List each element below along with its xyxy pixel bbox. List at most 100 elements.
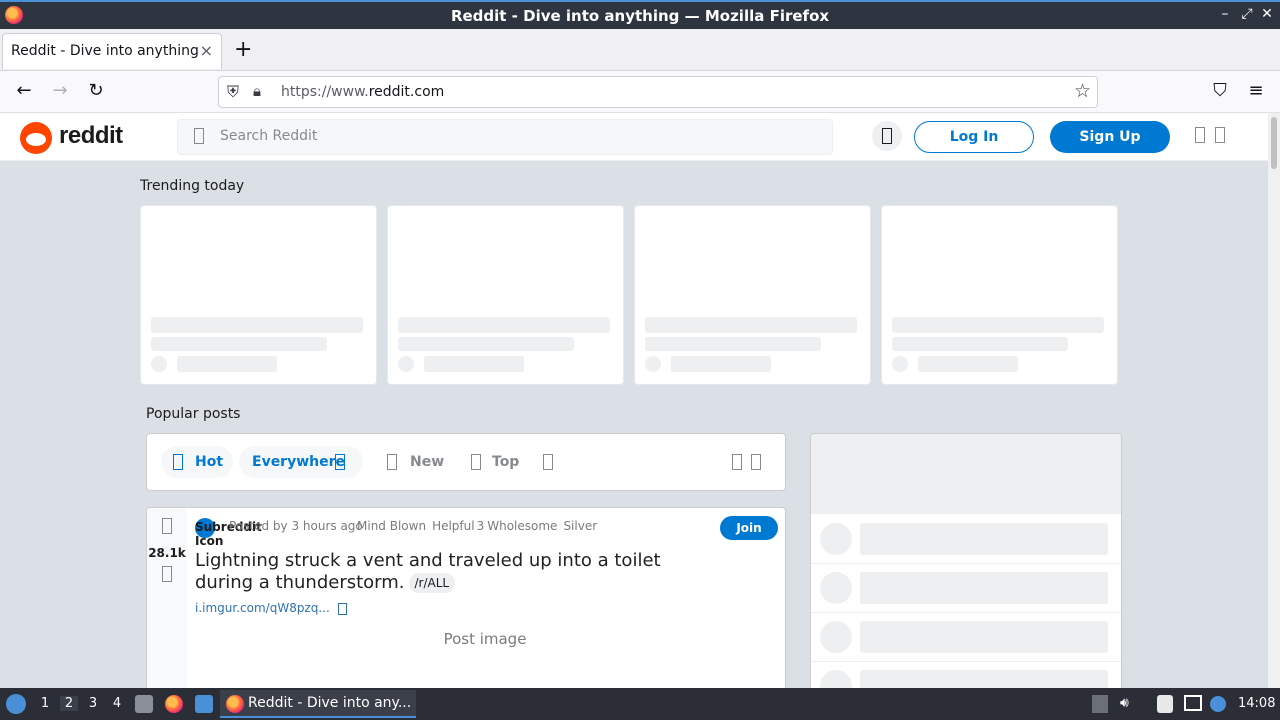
reload-button[interactable]: ↻ [84, 80, 108, 101]
sidebar-row [811, 662, 1121, 688]
tab-reddit[interactable]: Reddit - Dive into anything × [2, 33, 222, 69]
signup-button[interactable]: Sign Up [1050, 121, 1170, 153]
display-icon[interactable] [1184, 695, 1202, 711]
url-text[interactable]: https://www.reddit.com [281, 84, 444, 100]
vote-column: 28.1k [147, 508, 187, 688]
menu-icon[interactable]: ≡ [1244, 80, 1268, 101]
firefox-icon [226, 695, 244, 713]
app-menu-icon[interactable] [6, 694, 26, 714]
vote-count: 28.1k [148, 546, 186, 560]
award: Mind Blown [357, 519, 427, 533]
tab-bar: Reddit - Dive into anything × + [0, 29, 1280, 71]
post-card[interactable]: 28.1k Subreddit Icon Posted by 3 hours a… [146, 507, 786, 688]
lock-icon[interactable]: 🔒︎ [253, 82, 261, 100]
tab-label: Reddit - Dive into anything [11, 43, 199, 59]
search-icon [194, 128, 204, 144]
post-link-text: i.imgur.com/qW8pzq... [195, 601, 330, 615]
chevron-down-icon[interactable] [751, 454, 761, 470]
tab-close-icon[interactable]: × [200, 41, 213, 60]
award: Helpful [432, 519, 475, 533]
awards: Mind Blown Helpful 3 Wholesome Silver [357, 519, 603, 533]
sort-bar: Hot Everywhere New Top [146, 433, 786, 491]
chevron-down-icon[interactable] [1215, 127, 1225, 143]
trending-card[interactable] [634, 205, 871, 385]
notification-icon[interactable] [1210, 696, 1226, 712]
trending-card[interactable] [140, 205, 377, 385]
login-button[interactable]: Log In [914, 121, 1034, 153]
join-button[interactable]: Join [720, 516, 778, 540]
new-icon [387, 454, 397, 470]
get-app-icon[interactable] [872, 121, 902, 151]
navigation-bar: ← → ↻ ⛨ 🔒︎ https://www.reddit.com ☆ ⛉ ≡ [0, 71, 1280, 113]
award: Silver [563, 519, 598, 533]
user-icon[interactable] [1195, 127, 1205, 143]
hot-icon [173, 454, 183, 470]
tray-updates-icon[interactable] [1092, 695, 1108, 713]
card-view-icon[interactable] [732, 454, 742, 470]
sidebar-row [811, 564, 1121, 613]
close-icon[interactable]: ✕ [1258, 6, 1276, 22]
clock: 14:08 [1238, 696, 1276, 711]
url-bar[interactable]: ⛨ 🔒︎ https://www.reddit.com ☆ [218, 76, 1098, 108]
file-manager-icon[interactable] [135, 695, 153, 713]
back-button[interactable]: ← [12, 80, 36, 101]
workspace-4[interactable]: 4 [108, 696, 126, 711]
sidebar-card [810, 433, 1122, 688]
reddit-logo-icon[interactable] [20, 122, 52, 154]
downvote-icon[interactable] [162, 566, 172, 582]
forward-button[interactable]: → [48, 80, 72, 101]
sidebar-row [811, 515, 1121, 564]
post-flair[interactable]: /r/ALL [408, 573, 456, 593]
post-title[interactable]: Lightning struck a vent and traveled up … [195, 550, 715, 594]
clipboard-icon[interactable] [1157, 695, 1173, 713]
trending-card[interactable] [881, 205, 1118, 385]
chevron-down-icon [335, 454, 345, 470]
taskbar-window-label: Reddit - Dive into any... [248, 695, 412, 711]
url-domain: reddit.com [368, 84, 445, 100]
sort-top-label: Top [492, 454, 520, 470]
sort-everywhere[interactable]: Everywhere [239, 446, 363, 478]
new-tab-button[interactable]: + [234, 37, 252, 62]
sidebar-banner [811, 434, 1121, 514]
scrollbar-thumb[interactable] [1271, 117, 1277, 169]
workspace-1[interactable]: 1 [36, 696, 54, 711]
trending-card[interactable] [387, 205, 624, 385]
taskbar-window-firefox[interactable]: Reddit - Dive into any... [220, 690, 416, 718]
maximize-icon[interactable]: ⤢ [1238, 6, 1256, 22]
url-prefix: https://www. [281, 84, 369, 100]
bookmark-star-icon[interactable]: ☆ [1074, 80, 1091, 102]
window-titlebar: Reddit - Dive into anything — Mozilla Fi… [0, 0, 1280, 29]
sort-new[interactable]: New [379, 446, 449, 478]
search-box[interactable] [177, 119, 833, 155]
more-options-icon[interactable] [543, 454, 553, 470]
workspace-3[interactable]: 3 [84, 696, 102, 711]
posted-by: Posted by 3 hours ago [229, 519, 363, 533]
workspace-2[interactable]: 2 [60, 696, 78, 711]
firefox-launcher-icon[interactable] [165, 695, 183, 713]
award-count: 3 [476, 519, 485, 533]
post-link[interactable]: i.imgur.com/qW8pzq... [195, 600, 347, 615]
popular-title: Popular posts [146, 406, 241, 422]
page-scrollbar[interactable] [1268, 113, 1280, 688]
volume-icon[interactable]: 🔊︎ [1120, 695, 1129, 711]
sort-hot-label: Hot [195, 454, 224, 470]
sort-top[interactable]: Top [463, 446, 527, 478]
pocket-icon[interactable]: ⛉ [1208, 80, 1232, 101]
window-title: Reddit - Dive into anything — Mozilla Fi… [450, 7, 830, 25]
trending-title: Trending today [140, 178, 245, 194]
sort-everywhere-label: Everywhere [252, 454, 346, 470]
shield-icon[interactable]: ⛨ [227, 82, 239, 102]
upvote-icon[interactable] [162, 518, 172, 534]
taskbar: 1 2 3 4 Reddit - Dive into any... 🔊︎ 14:… [0, 688, 1280, 720]
page-viewport: reddit Log In Sign Up Trending today Po [0, 113, 1280, 688]
search-input[interactable] [220, 128, 780, 144]
terminal-icon[interactable] [195, 695, 213, 713]
minimize-icon[interactable]: – [1216, 6, 1234, 22]
external-link-icon [337, 603, 347, 615]
sort-hot[interactable]: Hot [161, 446, 233, 478]
reddit-wordmark[interactable]: reddit [59, 122, 123, 150]
award: Wholesome [487, 519, 558, 533]
reddit-header: reddit Log In Sign Up [0, 113, 1268, 161]
top-icon [471, 454, 481, 470]
post-image[interactable]: Post image [195, 630, 775, 648]
